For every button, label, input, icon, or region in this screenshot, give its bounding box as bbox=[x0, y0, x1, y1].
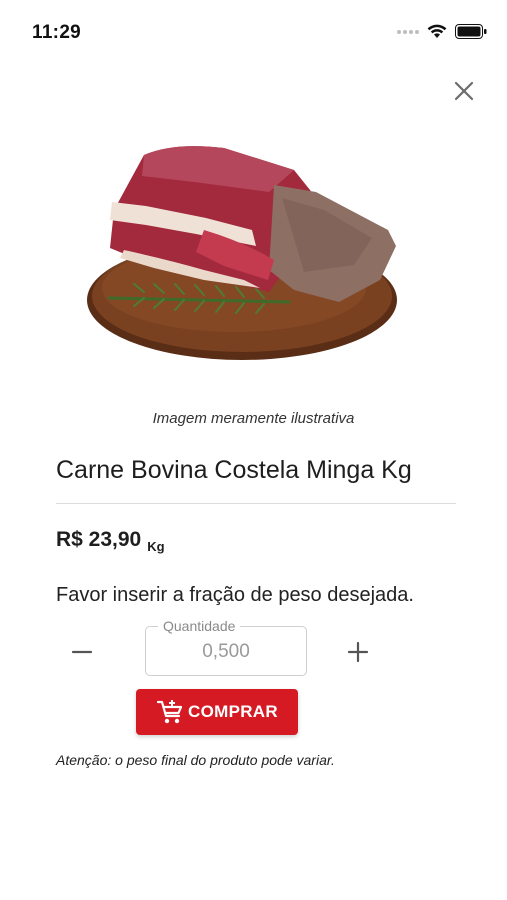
status-indicators bbox=[397, 24, 487, 39]
close-icon bbox=[454, 81, 474, 101]
weight-warning: Atenção: o peso final do produto pode va… bbox=[56, 752, 335, 768]
battery-icon bbox=[455, 24, 487, 39]
title-divider bbox=[56, 503, 456, 504]
increase-quantity-button[interactable] bbox=[340, 634, 376, 670]
close-button[interactable] bbox=[451, 78, 477, 104]
buy-button[interactable]: COMPRAR bbox=[136, 689, 298, 735]
product-title: Carne Bovina Costela Minga Kg bbox=[56, 456, 412, 484]
decrease-quantity-button[interactable] bbox=[64, 634, 100, 670]
quantity-input[interactable] bbox=[146, 627, 306, 675]
price-unit: Kg bbox=[147, 539, 165, 554]
quantity-stepper: Quantidade bbox=[56, 618, 386, 678]
product-image bbox=[87, 146, 397, 360]
add-to-cart-icon bbox=[156, 700, 183, 724]
image-caption: Imagem meramente ilustrativa bbox=[152, 410, 355, 427]
plus-icon bbox=[347, 641, 369, 663]
product-price: R$ 23,90 bbox=[56, 528, 142, 551]
price-row: R$ 23,90 Kg bbox=[56, 528, 165, 554]
quantity-field: Quantidade bbox=[145, 618, 307, 676]
minus-icon bbox=[71, 650, 93, 654]
status-time: 11:29 bbox=[32, 22, 82, 43]
buy-button-label: COMPRAR bbox=[188, 702, 278, 721]
wifi-icon bbox=[427, 24, 447, 38]
weight-instruction: Favor inserir a fração de peso desejada. bbox=[56, 584, 414, 606]
status-bar: 11:29 bbox=[0, 0, 507, 60]
cellular-signal-icon bbox=[397, 29, 419, 34]
